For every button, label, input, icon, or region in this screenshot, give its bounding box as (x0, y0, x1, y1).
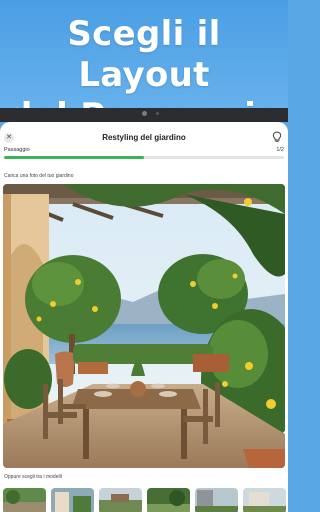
template-carousel (3, 488, 288, 512)
progress-label: Passaggio (4, 147, 30, 153)
template-thumbnail[interactable] (243, 488, 286, 512)
template-thumbnail[interactable] (51, 488, 94, 512)
progress-count: 1/2 (276, 147, 284, 153)
app-header: ✕ Restyling del giardino (0, 128, 288, 150)
garden-photo-upload[interactable] (3, 184, 285, 468)
progress-bar (4, 156, 284, 159)
camera-icon (142, 111, 147, 116)
templates-label: Oppure scegli tra i modelli (4, 474, 62, 480)
page-title: Restyling del giardino (102, 133, 186, 142)
upload-photo-label: Carica una foto del tuo giardino (4, 173, 74, 179)
template-thumbnail[interactable] (195, 488, 238, 512)
template-thumbnail[interactable] (99, 488, 142, 512)
app-screen: ✕ Restyling del giardino Passaggio 1/2 C… (0, 122, 288, 512)
template-thumbnail[interactable] (147, 488, 190, 512)
device-frame-top (0, 108, 288, 122)
lightbulb-icon[interactable] (272, 131, 282, 143)
promo-header: Scegli il Layout del Paesaggio (0, 0, 288, 136)
progress-bar-fill (4, 156, 144, 159)
template-thumbnail[interactable] (3, 488, 46, 512)
sensor-icon (156, 112, 159, 115)
garden-photo-image (3, 184, 285, 468)
